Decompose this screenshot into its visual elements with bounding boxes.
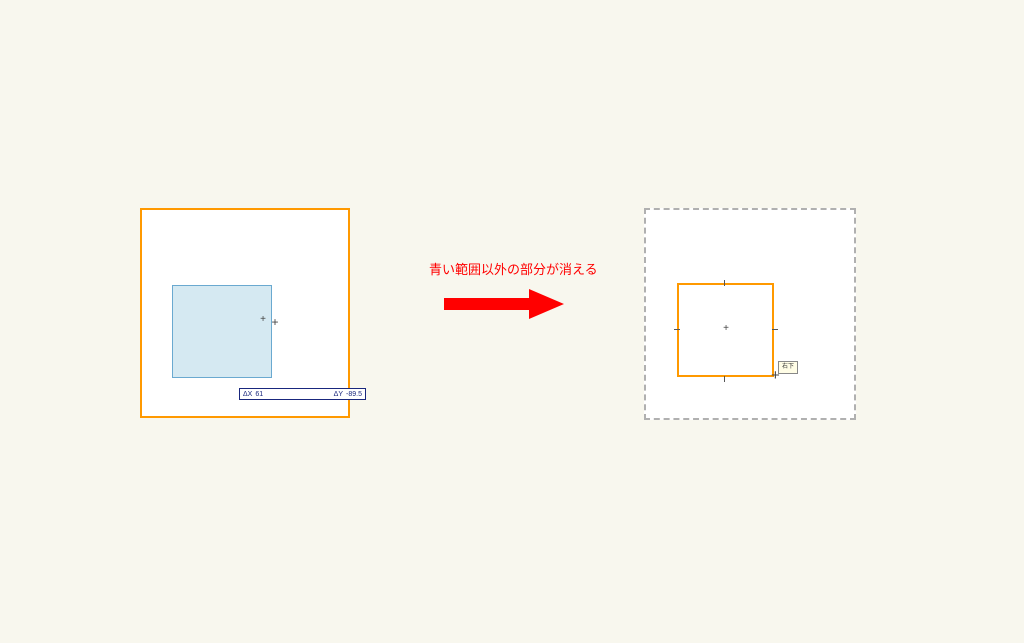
edge-handle-icon[interactable] (724, 376, 725, 382)
dx-label: ΔX (243, 391, 252, 398)
arrow-right-icon (444, 287, 564, 321)
snap-tooltip: 右下 (778, 361, 798, 374)
coordinate-readout: ΔX 61 ΔY -89.5 (239, 388, 366, 400)
dy-value: -89.5 (346, 391, 362, 398)
left-bounding-square (140, 208, 350, 418)
edge-handle-icon[interactable] (772, 329, 778, 330)
edge-handle-icon[interactable] (674, 329, 680, 330)
dy-label: ΔY (334, 391, 343, 398)
annotation-caption: 青い範囲以外の部分が消える (429, 259, 598, 278)
dx-value: 61 (255, 391, 263, 398)
crosshair-icon (259, 316, 267, 324)
cursor-crosshair-icon[interactable] (271, 318, 279, 326)
edge-handle-icon[interactable] (724, 280, 725, 286)
right-result-square: 右下 (644, 208, 856, 420)
selection-rectangle[interactable] (172, 285, 272, 378)
crosshair-icon (722, 325, 730, 333)
